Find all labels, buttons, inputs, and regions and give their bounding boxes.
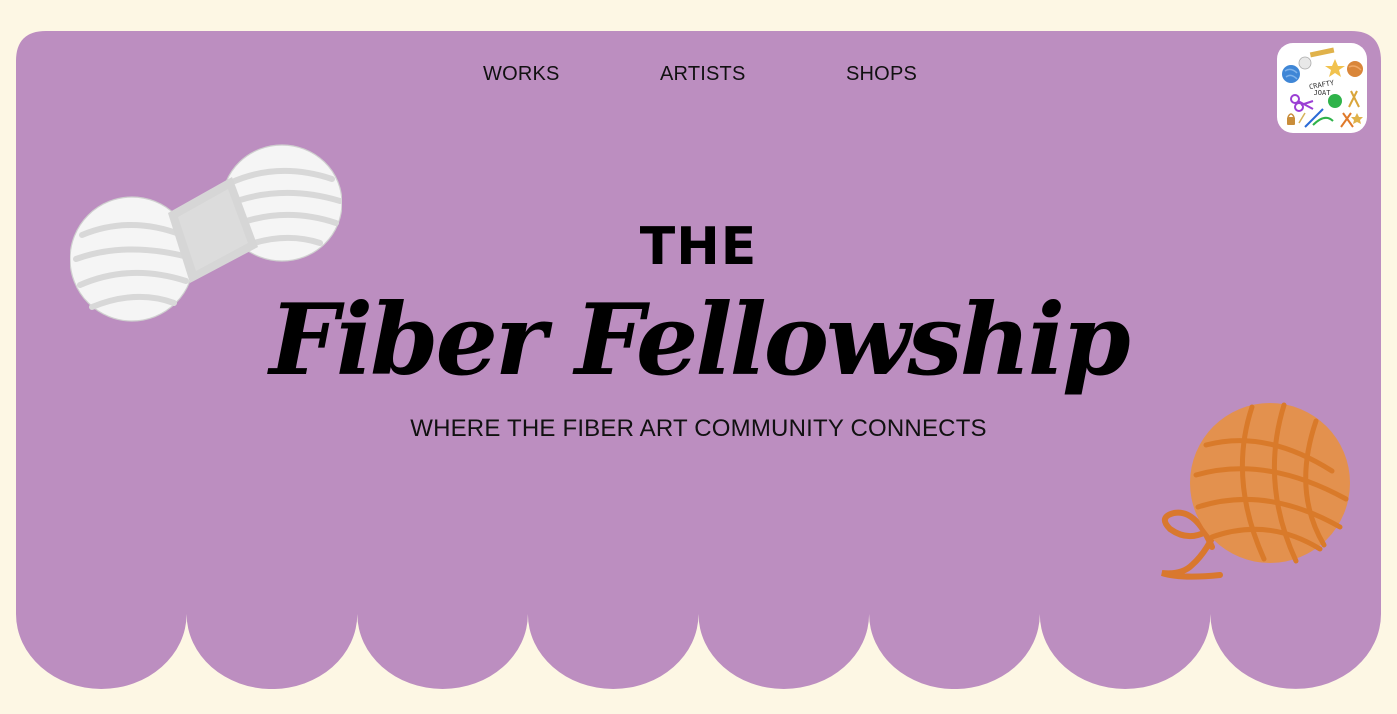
nav-link-artists[interactable]: ARTISTS [660,63,746,86]
orange-yarn-ball-icon [1161,402,1350,580]
nav-link-works[interactable]: WORKS [483,63,560,86]
logo-text-joat: JOAT [1314,89,1332,97]
nav-link-shops[interactable]: SHOPS [846,63,917,86]
hero-section: WORKS ARTISTS SHOPS CRAFTY JOAT THE Fibe… [16,31,1381,689]
crafty-joat-logo-button[interactable]: CRAFTY JOAT [1277,43,1367,133]
hero-title: Fiber Fellowship [269,283,1130,398]
crafty-joat-logo-icon: CRAFTY JOAT [1282,47,1363,128]
main-nav: WORKS ARTISTS SHOPS [16,63,1381,87]
hero-title-prefix: THE [639,217,758,277]
